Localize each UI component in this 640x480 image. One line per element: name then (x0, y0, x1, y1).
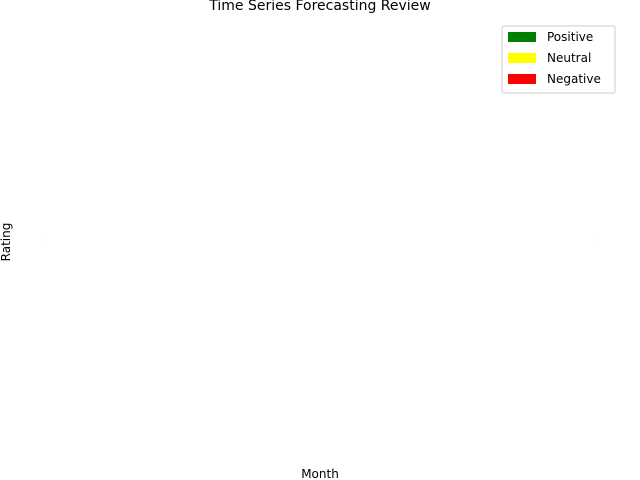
legend-swatch-negative (508, 74, 536, 84)
legend-swatch-positive (508, 32, 536, 42)
chart-title: Time Series Forecasting Review (208, 0, 431, 14)
chart-canvas: Time Series Forecasting Review Month Rat… (0, 0, 616, 480)
y-axis-label: Rating (0, 223, 13, 262)
legend-label-negative: Negative (547, 72, 601, 86)
plot-area (44, 239, 595, 241)
legend-label-neutral: Neutral (547, 51, 591, 65)
x-axis-label: Month (301, 467, 339, 480)
legend: Positive Neutral Negative (501, 25, 616, 94)
legend-swatch-neutral (508, 53, 536, 63)
legend-label-positive: Positive (547, 30, 593, 44)
